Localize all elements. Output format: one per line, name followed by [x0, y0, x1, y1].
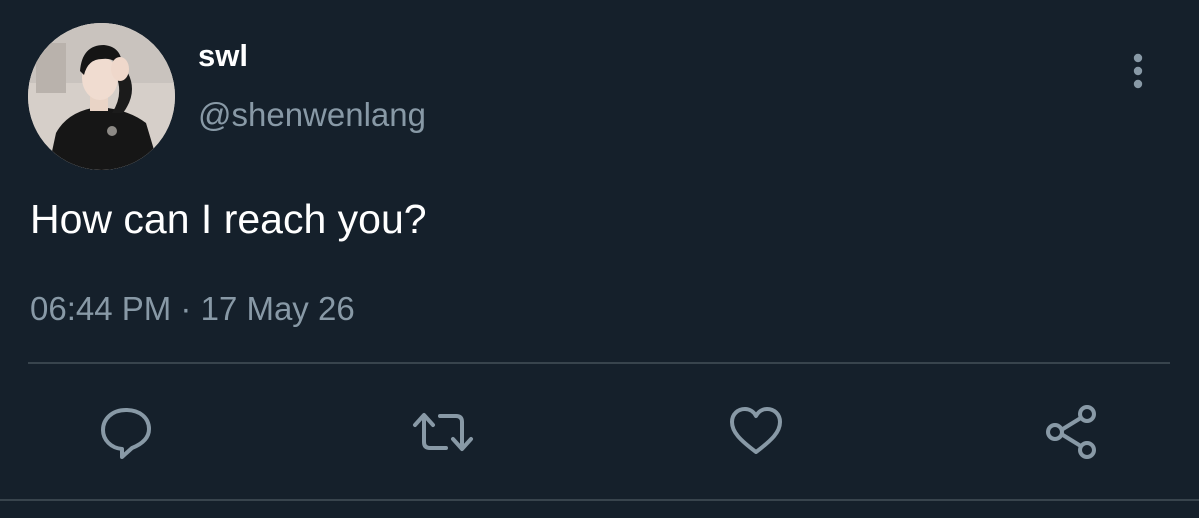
more-options-button[interactable] — [1118, 48, 1158, 94]
tweet-text: How can I reach you? — [30, 196, 427, 242]
reply-icon — [101, 408, 151, 459]
more-vertical-icon — [1133, 53, 1143, 89]
share-button[interactable] — [1042, 402, 1102, 462]
tweet-card: swl @shenwenlang How can I reach you? 06… — [0, 0, 1199, 518]
avatar-photo — [28, 23, 175, 170]
retweet-icon — [413, 413, 473, 451]
reply-button[interactable] — [96, 402, 156, 462]
tweet-timestamp[interactable]: 06:44 PM · 17 May 26 — [30, 290, 355, 328]
timestamp-separator: · — [180, 290, 192, 327]
avatar[interactable] — [28, 23, 175, 170]
retweet-button[interactable] — [410, 402, 473, 462]
divider — [0, 499, 1199, 501]
user-handle[interactable]: @shenwenlang — [198, 96, 426, 134]
share-icon — [1046, 405, 1096, 459]
like-button[interactable] — [726, 402, 786, 462]
display-name[interactable]: swl — [198, 38, 248, 74]
heart-icon — [730, 407, 782, 454]
tweet-date: 17 May 26 — [200, 290, 355, 327]
tweet-time: 06:44 PM — [30, 290, 172, 327]
divider — [28, 362, 1170, 364]
